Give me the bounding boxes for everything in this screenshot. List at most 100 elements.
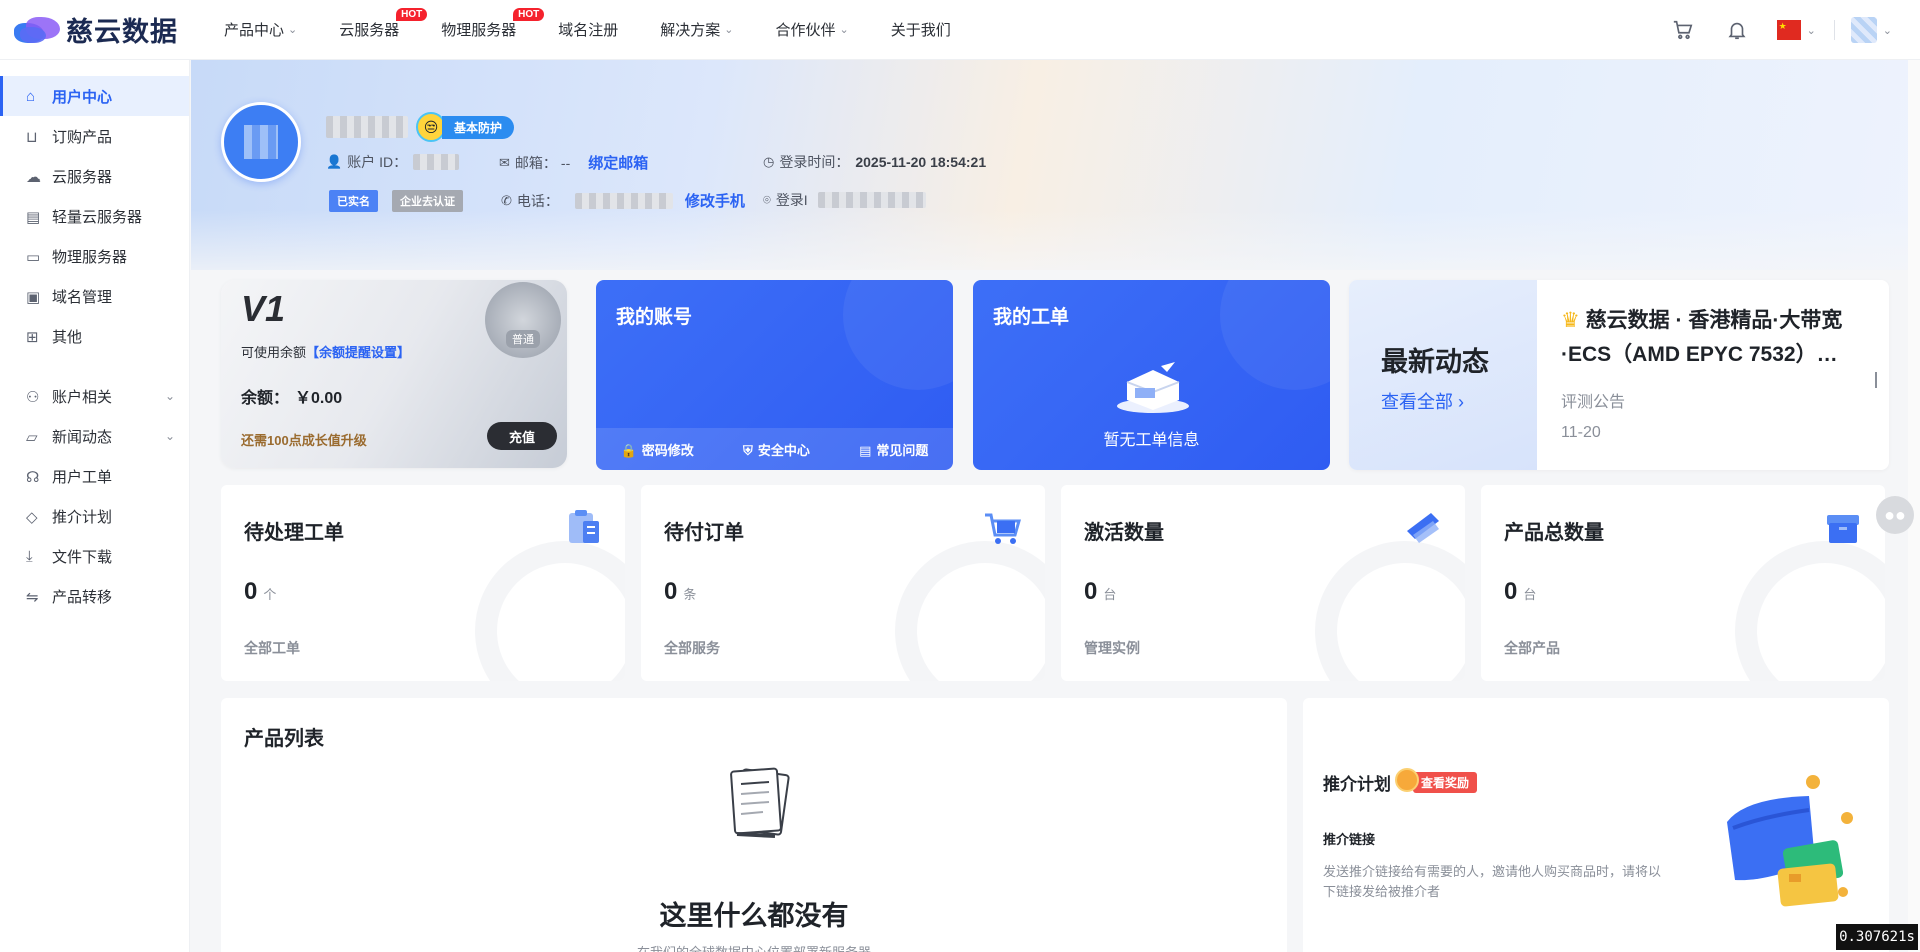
change-phone-link[interactable]: 修改手机 [685,190,745,211]
bell-icon[interactable] [1723,16,1751,44]
home-icon: ⌂ [26,88,36,105]
hot-badge: HOT [513,7,545,21]
login-ip-row: ⌾ 登录I [763,190,926,210]
balance-alert-link[interactable]: 【余额提醒设置】 [306,345,410,360]
news-title: 最新动态 [1381,347,1489,377]
nav-item-4[interactable]: 解决方案 ⌄ [660,0,733,60]
my-ticket-card[interactable]: 我的工单 暂无工单信息 [973,280,1330,470]
stat-footer-link[interactable]: 全部工单 [244,638,300,658]
headset-icon: ☊ [26,469,40,486]
news-headline-link[interactable]: ♛ 慈云数据 · 香港精品·大带宽·ECS（AMD EPYC 7532）… [1561,304,1861,372]
nav-item-5[interactable]: 合作伙伴 ⌄ [776,0,849,60]
stat-card-2[interactable]: 激活数量 0 台管理实例 [1061,485,1465,681]
sidebar-item-groups-0[interactable]: ⚇ 账户相关 ⌄ [0,376,189,416]
email-row: ✉ 邮箱： -- 绑定邮箱 [499,152,648,173]
empty-state-subtitle: 在我们的全球数据中心位置部署新服务器 [221,942,1287,952]
main-content: 😒 基本防护 👤 账户 ID： ✉ 邮箱： -- 绑定邮箱 ◷ 登录时间： 20… [191,60,1920,952]
stat-value: 0台 [1084,578,1117,605]
nav-item-1[interactable]: 云服务器 HOT [339,0,428,60]
drive-icon: ▭ [26,249,41,266]
stat-label: 待处理工单 [244,522,344,544]
phone-icon: ✆ [501,192,512,208]
bind-email-link[interactable]: 绑定邮箱 [588,152,648,173]
upgrade-hint: 还需100点成长值升级 [241,433,367,448]
chevron-down-icon[interactable]: ⌄ [1807,24,1816,37]
enterprise-verify-button[interactable]: 企业去认证 [392,190,463,212]
folder-icon: ▱ [26,429,38,446]
sidebar-item-items-1[interactable]: ⊔ 订购产品 [0,116,189,156]
shopping-cart-icon [983,507,1023,547]
sidebar-item-items-6[interactable]: ⊞ 其他 [0,316,189,356]
faq-link[interactable]: ▤ 常见问题 [859,440,928,459]
verified-badge: 已实名 [329,190,378,212]
stat-card-0[interactable]: 待处理工单 0 个全部工单 [221,485,625,681]
my-account-card[interactable]: 我的账号 🔒 密码修改 ⛨ 安全中心 ▤ 常见问题 [596,280,953,470]
render-timer: 0.307621s [1836,924,1918,950]
view-all-news-link[interactable]: 查看全部 › [1381,388,1464,414]
user-icon: 👤 [326,154,343,169]
location-icon: ⌾ [763,192,771,207]
top-navbar: 慈云数据 产品中心 ⌄ 云服务器 HOT 物理服务器 HOT 域名注册 解决方案 ⌄ 合作伙伴 ⌄ 关… [0,0,1920,60]
login-time-row: ◷ 登录时间： 2025-11-20 18:54:21 [763,154,987,170]
stat-footer-link[interactable]: 全部服务 [664,638,720,658]
sidebar-item-items-2[interactable]: ☁ 云服务器 [0,156,189,196]
product-list-title: 产品列表 [244,728,324,750]
chevron-down-icon[interactable]: ⌄ [1883,24,1892,37]
logo-mark-icon [12,13,64,47]
transfer-icon: ⇋ [26,589,39,606]
cloud-icon: ☁ [26,169,41,186]
latest-news-card: 最新动态 查看全部 › ♛ 慈云数据 · 香港精品·大带宽·ECS（AMD EP… [1349,280,1889,470]
sidebar-item-groups-1[interactable]: ▱ 新闻动态 ⌄ [0,416,189,456]
domain-icon: ▣ [26,289,41,306]
referral-panel: 推介计划 查看奖励 推介链接 发送推介链接给有需要的人，邀请他人购买商品时，请将… [1303,698,1889,952]
flag-cn-icon[interactable] [1776,20,1801,40]
lock-icon: 🔒 [620,442,637,458]
referral-link-label: 推介链接 [1323,832,1376,847]
login-ip-masked [817,192,926,208]
medal-icon [1395,768,1419,792]
chevron-down-icon: ⌄ [164,429,175,443]
account-quick-links: 🔒 密码修改 ⛨ 安全中心 ▤ 常见问题 [596,428,953,470]
nav-item-3[interactable]: 域名注册 [558,0,618,60]
user-group-icon: ⚇ [26,389,40,406]
chevron-down-icon: ⌄ [288,24,298,36]
sidebar-item-groups-2[interactable]: ☊ 用户工单 [0,456,189,496]
password-change-link[interactable]: 🔒 密码修改 [621,440,694,459]
user-avatar[interactable] [1850,17,1877,43]
view-rewards-button[interactable]: 查看奖励 [1395,768,1478,793]
sidebar-item-items-4[interactable]: ▭ 物理服务器 [0,236,189,276]
empty-state-title: 这里什么都没有 [659,901,849,931]
nav-item-6[interactable]: 关于我们 [891,0,951,60]
stat-card-3[interactable]: 产品总数量 0 台全部产品 [1481,485,1885,681]
medal-icon: 普通 [485,282,561,358]
stat-footer-link[interactable]: 管理实例 [1084,638,1140,658]
wechat-chat-icon[interactable]: ●● [1876,496,1914,534]
chevron-down-icon: ⌄ [724,24,734,36]
stat-label: 待付订单 [664,522,744,544]
sidebar-item-items-5[interactable]: ▣ 域名管理 [0,276,189,316]
sidebar-item-items-3[interactable]: ▤ 轻量云服务器 [0,196,189,236]
chevron-down-icon: ⌄ [839,24,849,36]
nav-item-2[interactable]: 物理服务器 HOT [441,0,545,60]
sidebar-item-groups-4[interactable]: ⤓ 文件下载 [0,536,189,576]
sidebar-item-groups-5[interactable]: ⇋ 产品转移 [0,576,189,616]
diamond-icon: ◇ [26,509,38,526]
cart-icon[interactable] [1669,16,1697,44]
stat-footer-link[interactable]: 全部产品 [1504,638,1560,658]
stat-value: 0台 [1504,578,1537,605]
brand-logo[interactable]: 慈云数据 [12,10,212,49]
doc-icon: ▤ [859,442,872,458]
security-center-link[interactable]: ⛨ 安全中心 [743,440,810,459]
recharge-button[interactable]: 充值 [487,422,557,450]
sidebar-item-items-0[interactable]: ⌂ 用户中心 [0,76,189,116]
nav-item-0[interactable]: 产品中心 ⌄ [224,0,297,60]
hot-badge: HOT [396,7,428,21]
ticket-empty-text: 暂无工单信息 [1103,432,1200,449]
sidebar-item-groups-3[interactable]: ◇ 推介计划 [0,496,189,536]
news-date: 11-20 [1561,424,1601,441]
brand-name: 慈云数据 [66,17,178,48]
stat-card-1[interactable]: 待付订单 0 条全部服务 [641,485,1045,681]
avatar[interactable] [221,102,301,182]
cart-icon: ⊔ [26,129,38,146]
phone-masked [574,192,673,209]
